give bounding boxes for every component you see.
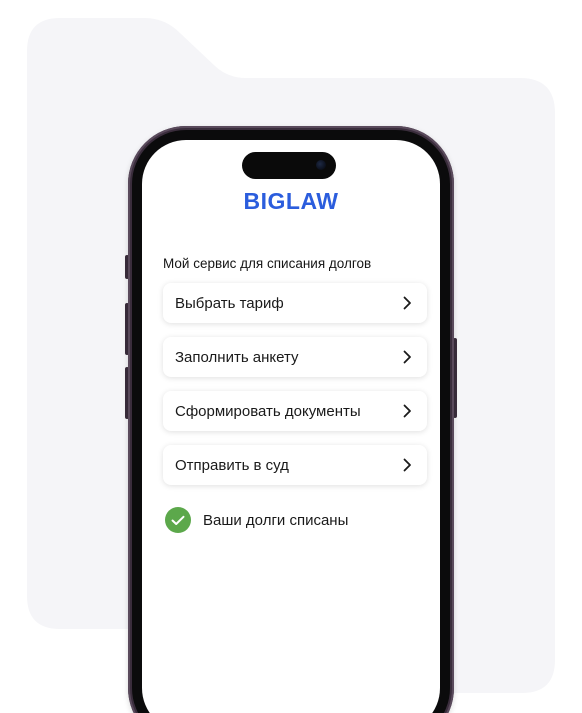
step-label: Заполнить анкету <box>175 348 299 366</box>
phone-bezel: BIGLAW Мой сервис для списания долгов Вы… <box>132 130 450 713</box>
page: BIGLAW Мой сервис для списания долгов Вы… <box>0 0 582 713</box>
step-send-to-court[interactable]: Отправить в суд <box>163 445 427 485</box>
phone-frame: BIGLAW Мой сервис для списания долгов Вы… <box>128 126 454 713</box>
dynamic-island <box>242 152 336 179</box>
status-label: Ваши долги списаны <box>203 511 349 529</box>
step-fill-form[interactable]: Заполнить анкету <box>163 337 427 377</box>
service-subtitle: Мой сервис для списания долгов <box>163 256 372 271</box>
step-label: Сформировать документы <box>175 402 361 420</box>
debts-written-off-status: Ваши долги списаны <box>165 507 348 533</box>
chevron-right-icon <box>401 350 413 364</box>
step-label: Выбрать тариф <box>175 294 284 312</box>
step-label: Отправить в суд <box>175 456 289 474</box>
brand-logo: BIGLAW <box>243 188 339 214</box>
step-generate-documents[interactable]: Сформировать документы <box>163 391 427 431</box>
check-circle-icon <box>165 507 191 533</box>
phone-screen: BIGLAW Мой сервис для списания долгов Вы… <box>142 140 440 713</box>
step-choose-tariff[interactable]: Выбрать тариф <box>163 283 427 323</box>
chevron-right-icon <box>401 296 413 310</box>
chevron-right-icon <box>401 458 413 472</box>
camera-icon <box>316 160 326 170</box>
chevron-right-icon <box>401 404 413 418</box>
